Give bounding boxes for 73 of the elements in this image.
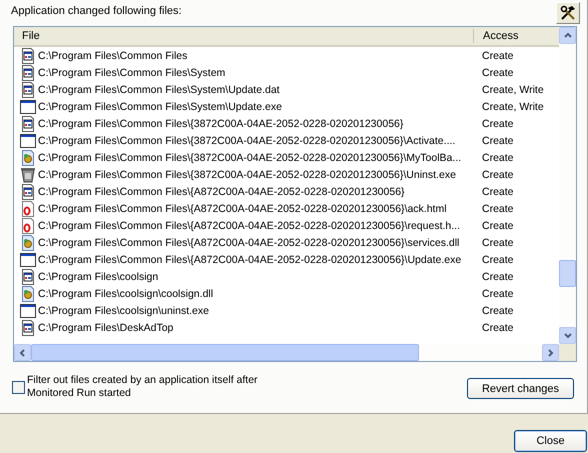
access-type: Create xyxy=(482,220,514,232)
file-icon xyxy=(20,116,36,132)
gear-file-icon xyxy=(20,150,36,166)
scroll-right-button[interactable] xyxy=(542,344,559,361)
caret-down-icon xyxy=(564,332,572,339)
file-path: C:\Program Files\Common Files\{A872C00A-04AE-2052-0228-020201230056}\Update.exe xyxy=(38,254,462,266)
access-type: Create xyxy=(482,152,514,164)
file-path: C:\Program Files\Common Files\{A872C00A-04AE-2052-0228-020201230056}\services.dll xyxy=(38,236,460,248)
heading: Application changed following files: xyxy=(11,5,182,17)
access-type: Create xyxy=(482,288,514,300)
scroll-left-button[interactable] xyxy=(14,344,31,361)
bin-icon xyxy=(20,166,36,182)
scroll-up-button[interactable] xyxy=(559,27,576,44)
filter-checkbox[interactable] xyxy=(12,380,25,394)
access-type: Create xyxy=(482,202,514,214)
file-path: C:\Program Files\coolsign\uninst.exe xyxy=(38,304,210,316)
column-header[interactable]: File xyxy=(14,29,474,43)
file-icon xyxy=(20,320,36,336)
access-type: Create xyxy=(482,168,514,180)
access-type: Create xyxy=(482,254,514,266)
scroll-thumb[interactable] xyxy=(559,260,576,287)
file-path: C:\Program Files\Common Files\{3872C00A-04AE-2052-0228-020201230056} xyxy=(38,118,404,130)
access-type: Create xyxy=(482,322,514,334)
file-icon xyxy=(20,64,36,80)
scrollbar-corner xyxy=(559,344,576,361)
file-path: C:\Program Files\Common Files\System\Update.dat xyxy=(38,84,281,96)
revert-changes-button[interactable]: Revert changes xyxy=(467,378,574,399)
document-icon xyxy=(20,200,36,216)
document-icon xyxy=(20,218,36,234)
file-icon xyxy=(20,48,36,64)
file-icon xyxy=(20,268,36,284)
access-type: Create, Write xyxy=(482,84,544,96)
gear-file-icon xyxy=(20,234,36,250)
file-path: C:\Program Files\Common Files\System xyxy=(38,66,226,78)
access-type: Create xyxy=(482,118,514,130)
window-icon xyxy=(20,98,36,114)
file-icon xyxy=(20,82,36,98)
access-type: Create, Write xyxy=(482,100,544,112)
file-path: C:\Program Files\Common Files\{3872C00A-04AE-2052-0228-020201230056}\Activate.... xyxy=(38,134,456,146)
file-path: C:\Program Files\Common Files\{3872C00A-04AE-2052-0228-020201230056}\MyToolBa... xyxy=(38,152,462,164)
file-path: C:\Program Files\Common Files xyxy=(38,50,188,62)
horizontal-scrollbar[interactable] xyxy=(14,344,559,361)
file-path: C:\Program Files\Common Files\{A872C00A-04AE-2052-0228-020201230056} xyxy=(38,186,406,198)
file-icon xyxy=(20,184,36,200)
access-type: Create xyxy=(482,304,514,316)
caret-up-icon xyxy=(564,32,572,39)
file-path: C:\Program Files\DeskAdTop xyxy=(38,322,174,334)
caret-left-icon xyxy=(19,348,26,356)
file-path: C:\Program Files\Common Files\{A872C00A-04AE-2052-0228-020201230056}\ack.html xyxy=(38,202,448,214)
file-path: C:\Program Files\Common Files\{A872C00A-04AE-2052-0228-020201230056}\request.h... xyxy=(38,220,461,232)
window-icon xyxy=(20,252,36,268)
access-type: Create xyxy=(482,270,514,282)
window-icon xyxy=(20,302,36,318)
scroll-thumb[interactable] xyxy=(31,344,419,361)
tools-button[interactable] xyxy=(556,2,580,24)
scroll-down-button[interactable] xyxy=(559,327,576,344)
access-type: Create xyxy=(482,236,514,248)
hammer-wrench-icon xyxy=(560,5,576,21)
access-type: Create xyxy=(482,66,514,78)
file-path: C:\Program Files\Common Files\System\Update.exe xyxy=(38,100,283,112)
access-type: Create xyxy=(482,134,514,146)
column-header[interactable]: Access xyxy=(474,30,518,42)
file-path: C:\Program Files\Common Files\{3872C00A-04AE-2052-0228-020201230056}\Uninst.exe xyxy=(38,168,457,180)
caret-right-icon xyxy=(547,348,554,356)
close-button[interactable]: Close xyxy=(514,430,587,452)
file-path: C:\Program Files\coolsign\coolsign.dll xyxy=(38,288,214,300)
vertical-scrollbar[interactable] xyxy=(559,27,576,361)
window-icon xyxy=(20,132,36,148)
filter-label: Filter out files created by an application itself after Monitored Run started xyxy=(27,374,259,400)
file-path: C:\Program Files\coolsign xyxy=(38,270,160,282)
access-type: Create xyxy=(482,50,514,62)
gear-file-icon xyxy=(20,286,36,302)
access-type: Create xyxy=(482,186,514,198)
